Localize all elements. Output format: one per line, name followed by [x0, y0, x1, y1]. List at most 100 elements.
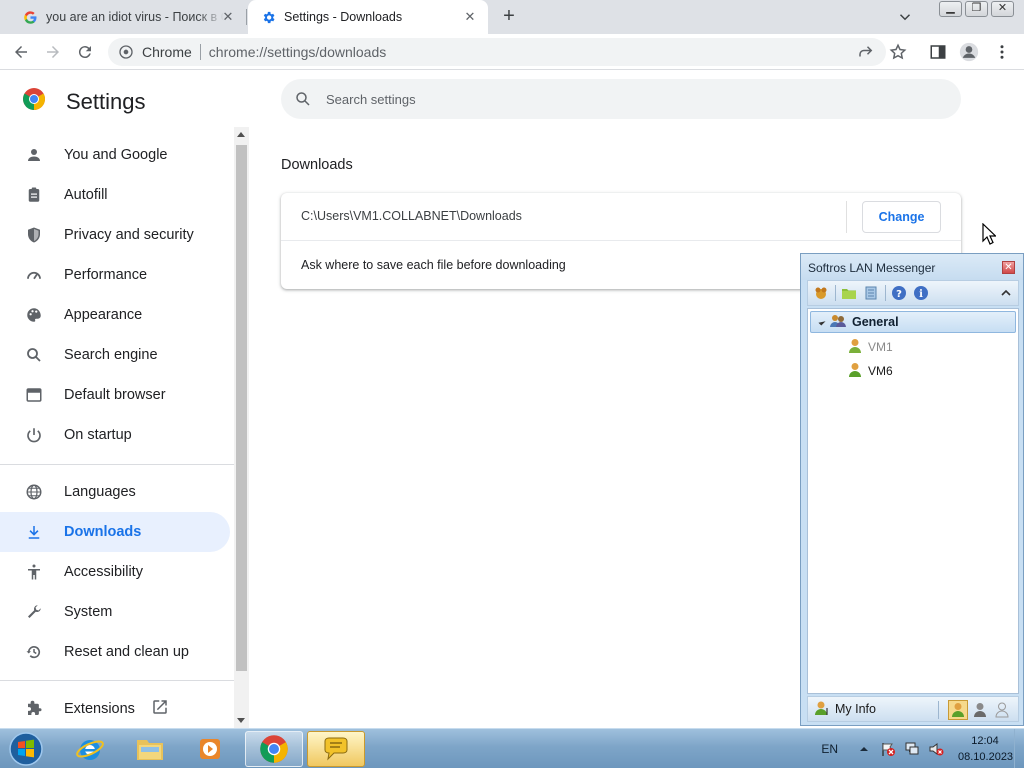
- explorer-taskbar-button[interactable]: [121, 731, 179, 767]
- sidebar-item-extensions[interactable]: Extensions: [0, 689, 230, 728]
- sidebar-item-label: System: [64, 604, 113, 620]
- settings-sidebar: You and Google Autofill Privacy and secu…: [0, 127, 234, 728]
- settings-search[interactable]: [281, 79, 961, 119]
- profile-avatar-icon[interactable]: [959, 42, 979, 62]
- help-icon[interactable]: ?: [890, 284, 908, 302]
- sidebar-item-performance[interactable]: Performance: [0, 255, 230, 295]
- side-panel-icon[interactable]: [928, 42, 948, 62]
- sidebar-item-autofill[interactable]: Autofill: [0, 175, 230, 215]
- address-bar[interactable]: Chrome chrome://settings/downloads: [108, 38, 886, 66]
- close-tab-icon[interactable]: ✕: [220, 9, 236, 25]
- lan-status-bar: My Info: [807, 696, 1019, 722]
- sidebar-item-label: You and Google: [64, 147, 168, 163]
- globe-icon: [24, 482, 44, 502]
- browser-window-icon: [24, 385, 44, 405]
- my-info-link[interactable]: My Info: [835, 702, 876, 716]
- scrollbar-thumb[interactable]: [236, 145, 247, 671]
- status-buttons: [946, 700, 1012, 720]
- search-icon: [294, 90, 312, 108]
- sidebar-item-downloads[interactable]: Downloads: [0, 512, 230, 552]
- new-tab-button[interactable]: +: [498, 6, 520, 28]
- scroll-up-arrow-icon[interactable]: [237, 132, 245, 137]
- menu-dots-icon[interactable]: [992, 42, 1012, 62]
- chrome-icon: [260, 735, 288, 763]
- sidebar-item-search-engine[interactable]: Search engine: [0, 335, 230, 375]
- settings-brand: Settings: [22, 87, 146, 116]
- sidebar-item-default-browser[interactable]: Default browser: [0, 375, 230, 415]
- volume-muted-icon[interactable]: [928, 741, 944, 757]
- share-icon[interactable]: [856, 42, 876, 62]
- toolbar-separator: [885, 285, 886, 301]
- lan-messenger-taskbar-button[interactable]: [307, 731, 365, 767]
- sidebar-item-accessibility[interactable]: Accessibility: [0, 552, 230, 592]
- forward-button[interactable]: [42, 41, 64, 63]
- close-window-button[interactable]: ✕: [991, 1, 1014, 17]
- wrench-icon: [24, 602, 44, 622]
- sidebar-scrollbar[interactable]: [234, 127, 249, 728]
- sidebar-item-privacy-and-security[interactable]: Privacy and security: [0, 215, 230, 255]
- start-button[interactable]: [6, 730, 46, 768]
- status-online-button[interactable]: [948, 700, 968, 720]
- message-history-icon[interactable]: [862, 284, 880, 302]
- language-indicator[interactable]: EN: [821, 742, 838, 756]
- sidebar-item-on-startup[interactable]: On startup: [0, 415, 230, 455]
- search-input[interactable]: [326, 91, 926, 107]
- internet-explorer-taskbar-button[interactable]: [61, 731, 119, 767]
- status-away-button[interactable]: [970, 700, 990, 720]
- user-offline-icon: [848, 338, 862, 357]
- puzzle-icon: [24, 699, 44, 719]
- lan-titlebar[interactable]: Softros LAN Messenger ✕: [801, 254, 1023, 280]
- bookmark-star-icon[interactable]: [888, 42, 908, 62]
- sidebar-item-you-and-google[interactable]: You and Google: [0, 135, 230, 175]
- maximize-button[interactable]: ❐: [965, 1, 988, 17]
- system-tray: EN 12:04 08.10.2023: [821, 729, 1024, 768]
- sidebar-item-languages[interactable]: Languages: [0, 472, 230, 512]
- lan-close-button[interactable]: ✕: [1002, 261, 1015, 274]
- folder-icon: [137, 740, 163, 760]
- network-icon[interactable]: [904, 741, 920, 757]
- expand-triangle-icon[interactable]: [818, 318, 826, 326]
- speedometer-icon: [24, 265, 44, 285]
- sidebar-item-appearance[interactable]: Appearance: [0, 295, 230, 335]
- sidebar-item-label: Extensions: [64, 701, 135, 717]
- folder-icon[interactable]: [840, 284, 858, 302]
- change-button[interactable]: Change: [862, 201, 941, 233]
- group-row-general[interactable]: General: [810, 311, 1016, 333]
- sidebar-item-system[interactable]: System: [0, 592, 230, 632]
- sidebar-item-label: On startup: [64, 427, 132, 443]
- contact-vm1[interactable]: VM1: [848, 337, 893, 357]
- broadcast-icon[interactable]: [812, 284, 830, 302]
- tab-google-search[interactable]: you are an idiot virus - Поиск в Google …: [0, 0, 247, 34]
- user-online-icon: [848, 362, 862, 381]
- reload-button[interactable]: [74, 41, 96, 63]
- sidebar-item-reset-and-clean-up[interactable]: Reset and clean up: [0, 632, 230, 672]
- chrome-taskbar-button[interactable]: [245, 731, 303, 767]
- taskbar-clock[interactable]: 12:04 08.10.2023: [958, 733, 1013, 765]
- status-offline-button[interactable]: [992, 700, 1012, 720]
- window-controls: ▁ ❐ ✕: [936, 1, 1014, 17]
- mouse-cursor-icon: [982, 222, 997, 245]
- chrome-logo-icon: [22, 87, 46, 116]
- info-icon[interactable]: i: [912, 284, 930, 302]
- contact-vm6[interactable]: VM6: [848, 361, 893, 381]
- row-separator: [846, 201, 847, 233]
- sidebar-item-label: Downloads: [64, 524, 142, 540]
- ask-where-to-save-label: Ask where to save each file before downl…: [301, 258, 566, 272]
- tab-strip: you are an idiot virus - Поиск в Google …: [0, 0, 1024, 34]
- collapse-toolbar-icon[interactable]: [1000, 286, 1012, 298]
- search-icon: [24, 345, 44, 365]
- back-button[interactable]: [10, 41, 32, 63]
- gear-icon: [260, 9, 276, 25]
- media-player-taskbar-button[interactable]: [181, 731, 239, 767]
- tab-settings-downloads[interactable]: Settings - Downloads ✕: [248, 0, 488, 34]
- show-hidden-icons-icon[interactable]: [856, 741, 872, 757]
- tab-search-chevron-icon[interactable]: [896, 8, 914, 26]
- windows-orb-icon: [9, 732, 43, 766]
- arrow-right-icon: [47, 46, 59, 58]
- action-center-flag-icon[interactable]: [880, 741, 896, 757]
- minimize-button[interactable]: ▁: [939, 1, 962, 17]
- close-tab-icon[interactable]: ✕: [462, 9, 478, 25]
- contact-name: VM6: [868, 364, 893, 378]
- scroll-down-arrow-icon[interactable]: [237, 718, 245, 723]
- show-desktop-button[interactable]: [1014, 729, 1024, 768]
